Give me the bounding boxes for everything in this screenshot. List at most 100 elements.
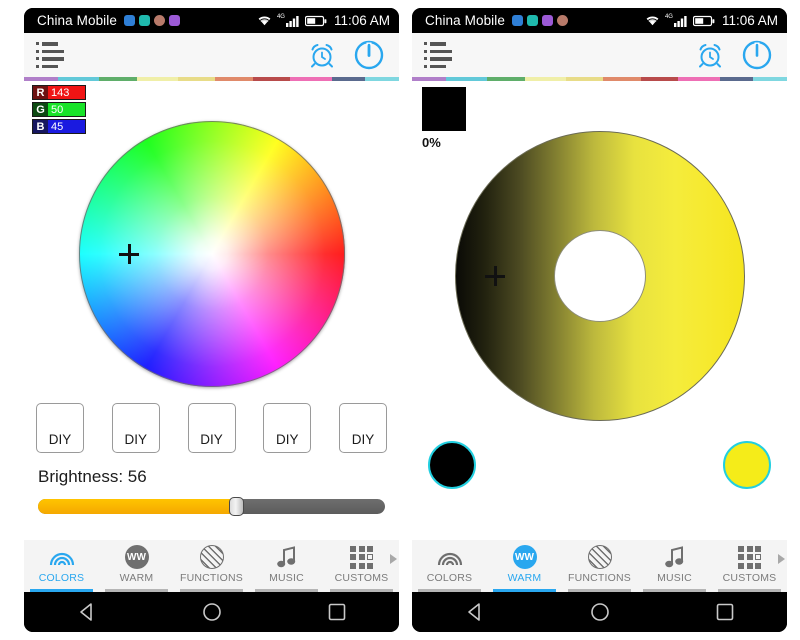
app-bar-left	[24, 33, 399, 77]
app-body-right: 0% COLORS WW WARM FUNCTIONS MUSIC CUSTOM…	[412, 33, 787, 592]
tab-label-music: MUSIC	[657, 572, 692, 584]
home-circle-icon[interactable]	[201, 601, 223, 623]
screenshot-stage: China Mobile 4G 11:06 AM R 143 G 50 B 45…	[0, 0, 800, 640]
tab-functions[interactable]: FUNCTIONS	[562, 540, 637, 592]
tab-underline-customs	[718, 589, 781, 592]
tab-music[interactable]: MUSIC	[249, 540, 324, 592]
grid-icon	[738, 544, 761, 570]
home-circle-icon[interactable]	[589, 601, 611, 623]
tab-label-music: MUSIC	[269, 572, 304, 584]
rgb-key-red: R	[33, 86, 48, 99]
tab-functions[interactable]: FUNCTIONS	[174, 540, 249, 592]
status-app-icon-2-right	[527, 15, 538, 26]
back-triangle-icon[interactable]	[76, 601, 98, 623]
brightness-slider[interactable]	[38, 497, 385, 516]
tab-label-customs: CUSTOMS	[334, 572, 389, 584]
color-wheel-wrap	[24, 121, 399, 387]
status-app-icon-1-right	[512, 15, 523, 26]
music-note-icon	[664, 544, 685, 570]
status-app-icons-right	[512, 15, 568, 26]
warm-color-swatch[interactable]	[422, 87, 466, 131]
phone-right-warm: China Mobile 4G 11:06 AM 0% COLORS WW WA…	[412, 8, 787, 632]
tab-next-arrow-icon[interactable]	[390, 554, 397, 564]
status-bar-left: China Mobile 4G 11:06 AM	[24, 8, 399, 33]
recents-square-icon[interactable]	[326, 601, 348, 623]
colors-screen-content: R 143 G 50 B 45 DIY DIY DIY DIY DIY Brig…	[24, 81, 399, 540]
tab-label-colors: COLORS	[38, 572, 85, 584]
ww-icon: WW	[124, 544, 149, 570]
tab-customs[interactable]: CUSTOMS	[712, 540, 787, 592]
color-wheel[interactable]	[78, 121, 345, 387]
tab-underline-colors	[418, 589, 481, 592]
battery-icon	[304, 15, 327, 26]
tab-customs[interactable]: CUSTOMS	[324, 540, 399, 592]
carrier-label: China Mobile	[37, 13, 117, 28]
tab-underline-warm	[105, 589, 168, 592]
power-icon[interactable]	[353, 39, 385, 71]
diy-button-1[interactable]: DIY	[36, 403, 84, 453]
diy-button-5[interactable]: DIY	[339, 403, 387, 453]
status-app-icon-3	[154, 15, 165, 26]
tab-label-functions: FUNCTIONS	[567, 572, 632, 584]
tab-label-customs: CUSTOMS	[722, 572, 777, 584]
warm-bulb-warm[interactable]	[723, 441, 771, 489]
carrier-label-right: China Mobile	[425, 13, 505, 28]
status-app-icon-1	[124, 15, 135, 26]
status-app-icon-3-right	[542, 15, 553, 26]
signal-icon	[673, 15, 687, 27]
power-icon[interactable]	[741, 39, 773, 71]
tab-underline-functions	[568, 589, 631, 592]
alarm-clock-icon[interactable]	[695, 40, 725, 70]
menu-list-icon[interactable]	[36, 42, 64, 68]
tab-bar-right: COLORS WW WARM FUNCTIONS MUSIC CUSTOMS	[412, 540, 787, 592]
tab-underline-functions	[180, 589, 243, 592]
slider-thumb[interactable]	[228, 497, 244, 516]
rgb-value-green: 50	[48, 103, 85, 116]
slider-fill	[38, 499, 236, 514]
status-app-icon-2	[139, 15, 150, 26]
signal-icon	[285, 15, 299, 27]
tab-next-arrow-icon[interactable]	[778, 554, 785, 564]
phone-left-colors: China Mobile 4G 11:06 AM R 143 G 50 B 45…	[24, 8, 399, 632]
warm-bulb-cold[interactable]	[428, 441, 476, 489]
brightness-label: Brightness: 56	[38, 467, 147, 486]
warm-color-ring[interactable]	[454, 131, 745, 421]
menu-list-icon[interactable]	[424, 42, 452, 68]
tab-underline-colors	[30, 588, 93, 592]
tab-underline-warm	[493, 588, 556, 592]
warm-bulb-row	[428, 441, 771, 489]
rgb-key-green: G	[33, 103, 48, 116]
battery-icon	[692, 15, 715, 26]
alarm-clock-icon[interactable]	[307, 40, 337, 70]
diy-button-3[interactable]: DIY	[187, 403, 236, 453]
diy-preset-row: DIY DIY DIY DIY DIY	[36, 403, 387, 453]
app-body-left: R 143 G 50 B 45 DIY DIY DIY DIY DIY Brig…	[24, 33, 399, 592]
diy-button-2[interactable]: DIY	[111, 403, 160, 453]
android-nav-bar-right	[412, 592, 787, 632]
tab-underline-music	[643, 589, 706, 592]
status-app-icon-4-right	[557, 15, 568, 26]
status-bar-right: China Mobile 4G 11:06 AM	[412, 8, 787, 33]
network-type-label-right: 4G	[664, 13, 673, 20]
tab-colors[interactable]: COLORS	[412, 540, 487, 592]
recents-square-icon[interactable]	[714, 601, 736, 623]
warm-ring-hole	[553, 230, 646, 322]
tab-bar-left: COLORS WW WARM FUNCTIONS MUSIC CUSTOMS	[24, 540, 399, 592]
diy-button-4[interactable]: DIY	[263, 403, 312, 453]
status-app-icons	[124, 15, 180, 26]
status-clock-right: 11:06 AM	[721, 13, 778, 28]
warm-ring-wrap	[412, 131, 787, 421]
tab-underline-music	[255, 589, 318, 592]
tab-warm[interactable]: WW WARM	[487, 540, 562, 592]
back-triangle-icon[interactable]	[464, 601, 486, 623]
status-app-icon-4	[169, 15, 180, 26]
tab-underline-customs	[330, 589, 393, 592]
tab-colors[interactable]: COLORS	[24, 540, 99, 592]
status-indicators-right: 4G 11:06 AM	[645, 13, 778, 28]
tab-warm[interactable]: WW WARM	[99, 540, 174, 592]
grid-icon	[350, 544, 373, 570]
ww-icon: WW	[512, 544, 537, 570]
tab-label-functions: FUNCTIONS	[179, 572, 244, 584]
rgb-row-green: G 50	[32, 102, 86, 117]
tab-music[interactable]: MUSIC	[637, 540, 712, 592]
